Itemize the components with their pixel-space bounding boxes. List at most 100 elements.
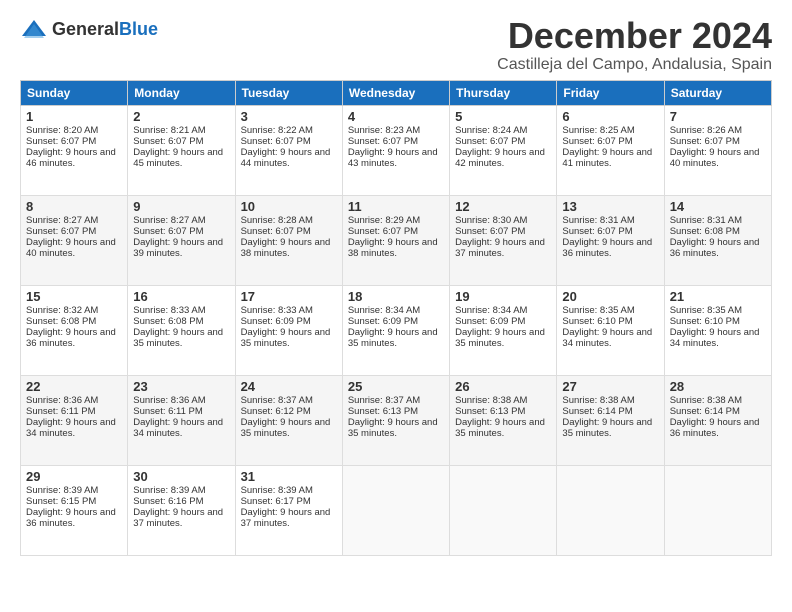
- calendar-week-2: 8Sunrise: 8:27 AMSunset: 6:07 PMDaylight…: [21, 195, 772, 285]
- daylight-text: Daylight: 9 hours and 35 minutes.: [241, 417, 331, 439]
- sunset-text: Sunset: 6:07 PM: [133, 226, 203, 237]
- logo: GeneralBlue: [20, 16, 158, 44]
- daylight-text: Daylight: 9 hours and 36 minutes.: [26, 327, 116, 349]
- daylight-text: Daylight: 9 hours and 40 minutes.: [670, 147, 760, 169]
- sunrise-text: Sunrise: 8:27 AM: [26, 215, 98, 226]
- calendar-cell: 20Sunrise: 8:35 AMSunset: 6:10 PMDayligh…: [557, 285, 664, 375]
- sunrise-text: Sunrise: 8:36 AM: [26, 395, 98, 406]
- calendar-cell: 10Sunrise: 8:28 AMSunset: 6:07 PMDayligh…: [235, 195, 342, 285]
- sunrise-text: Sunrise: 8:32 AM: [26, 305, 98, 316]
- calendar-cell: 19Sunrise: 8:34 AMSunset: 6:09 PMDayligh…: [450, 285, 557, 375]
- calendar-cell: 25Sunrise: 8:37 AMSunset: 6:13 PMDayligh…: [342, 375, 449, 465]
- day-number: 4: [348, 109, 444, 124]
- calendar-week-1: 1Sunrise: 8:20 AMSunset: 6:07 PMDaylight…: [21, 105, 772, 195]
- location-title: Castilleja del Campo, Andalusia, Spain: [497, 56, 772, 74]
- column-header-wednesday: Wednesday: [342, 80, 449, 105]
- calendar-cell: 8Sunrise: 8:27 AMSunset: 6:07 PMDaylight…: [21, 195, 128, 285]
- day-number: 14: [670, 199, 766, 214]
- sunrise-text: Sunrise: 8:38 AM: [670, 395, 742, 406]
- calendar-cell: 3Sunrise: 8:22 AMSunset: 6:07 PMDaylight…: [235, 105, 342, 195]
- daylight-text: Daylight: 9 hours and 44 minutes.: [241, 147, 331, 169]
- calendar-cell: 17Sunrise: 8:33 AMSunset: 6:09 PMDayligh…: [235, 285, 342, 375]
- sunset-text: Sunset: 6:09 PM: [455, 316, 525, 327]
- calendar-cell: 5Sunrise: 8:24 AMSunset: 6:07 PMDaylight…: [450, 105, 557, 195]
- sunrise-text: Sunrise: 8:37 AM: [348, 395, 420, 406]
- day-number: 25: [348, 379, 444, 394]
- daylight-text: Daylight: 9 hours and 37 minutes.: [133, 507, 223, 529]
- column-header-sunday: Sunday: [21, 80, 128, 105]
- day-number: 15: [26, 289, 122, 304]
- sunset-text: Sunset: 6:08 PM: [133, 316, 203, 327]
- calendar-week-5: 29Sunrise: 8:39 AMSunset: 6:15 PMDayligh…: [21, 465, 772, 555]
- calendar-cell: 21Sunrise: 8:35 AMSunset: 6:10 PMDayligh…: [664, 285, 771, 375]
- day-number: 22: [26, 379, 122, 394]
- column-header-friday: Friday: [557, 80, 664, 105]
- daylight-text: Daylight: 9 hours and 35 minutes.: [133, 327, 223, 349]
- calendar-cell: 15Sunrise: 8:32 AMSunset: 6:08 PMDayligh…: [21, 285, 128, 375]
- sunset-text: Sunset: 6:07 PM: [133, 136, 203, 147]
- sunset-text: Sunset: 6:08 PM: [26, 316, 96, 327]
- calendar-cell: 23Sunrise: 8:36 AMSunset: 6:11 PMDayligh…: [128, 375, 235, 465]
- daylight-text: Daylight: 9 hours and 35 minutes.: [455, 327, 545, 349]
- title-block: December 2024 Castilleja del Campo, Anda…: [497, 16, 772, 74]
- calendar-cell: 12Sunrise: 8:30 AMSunset: 6:07 PMDayligh…: [450, 195, 557, 285]
- daylight-text: Daylight: 9 hours and 42 minutes.: [455, 147, 545, 169]
- day-number: 19: [455, 289, 551, 304]
- column-header-thursday: Thursday: [450, 80, 557, 105]
- day-number: 9: [133, 199, 229, 214]
- column-header-tuesday: Tuesday: [235, 80, 342, 105]
- calendar-cell: 24Sunrise: 8:37 AMSunset: 6:12 PMDayligh…: [235, 375, 342, 465]
- sunset-text: Sunset: 6:13 PM: [348, 406, 418, 417]
- sunrise-text: Sunrise: 8:34 AM: [455, 305, 527, 316]
- daylight-text: Daylight: 9 hours and 46 minutes.: [26, 147, 116, 169]
- sunset-text: Sunset: 6:07 PM: [455, 226, 525, 237]
- daylight-text: Daylight: 9 hours and 34 minutes.: [670, 327, 760, 349]
- sunset-text: Sunset: 6:09 PM: [241, 316, 311, 327]
- sunrise-text: Sunrise: 8:38 AM: [455, 395, 527, 406]
- sunset-text: Sunset: 6:09 PM: [348, 316, 418, 327]
- logo-icon: [20, 16, 48, 44]
- day-number: 21: [670, 289, 766, 304]
- sunrise-text: Sunrise: 8:35 AM: [562, 305, 634, 316]
- column-header-monday: Monday: [128, 80, 235, 105]
- sunset-text: Sunset: 6:07 PM: [26, 136, 96, 147]
- day-number: 23: [133, 379, 229, 394]
- calendar-cell: 30Sunrise: 8:39 AMSunset: 6:16 PMDayligh…: [128, 465, 235, 555]
- month-title: December 2024: [497, 16, 772, 56]
- daylight-text: Daylight: 9 hours and 38 minutes.: [348, 237, 438, 259]
- daylight-text: Daylight: 9 hours and 39 minutes.: [133, 237, 223, 259]
- sunset-text: Sunset: 6:14 PM: [670, 406, 740, 417]
- daylight-text: Daylight: 9 hours and 34 minutes.: [562, 327, 652, 349]
- daylight-text: Daylight: 9 hours and 34 minutes.: [26, 417, 116, 439]
- sunset-text: Sunset: 6:11 PM: [26, 406, 96, 417]
- sunset-text: Sunset: 6:14 PM: [562, 406, 632, 417]
- sunrise-text: Sunrise: 8:38 AM: [562, 395, 634, 406]
- calendar-cell: 9Sunrise: 8:27 AMSunset: 6:07 PMDaylight…: [128, 195, 235, 285]
- day-number: 1: [26, 109, 122, 124]
- sunset-text: Sunset: 6:10 PM: [562, 316, 632, 327]
- calendar-cell: 14Sunrise: 8:31 AMSunset: 6:08 PMDayligh…: [664, 195, 771, 285]
- day-number: 17: [241, 289, 337, 304]
- calendar-cell: 2Sunrise: 8:21 AMSunset: 6:07 PMDaylight…: [128, 105, 235, 195]
- day-number: 31: [241, 469, 337, 484]
- daylight-text: Daylight: 9 hours and 35 minutes.: [241, 327, 331, 349]
- daylight-text: Daylight: 9 hours and 35 minutes.: [348, 327, 438, 349]
- daylight-text: Daylight: 9 hours and 38 minutes.: [241, 237, 331, 259]
- sunrise-text: Sunrise: 8:35 AM: [670, 305, 742, 316]
- daylight-text: Daylight: 9 hours and 34 minutes.: [133, 417, 223, 439]
- sunrise-text: Sunrise: 8:37 AM: [241, 395, 313, 406]
- sunset-text: Sunset: 6:07 PM: [670, 136, 740, 147]
- calendar-container: GeneralBlue December 2024 Castilleja del…: [0, 0, 792, 566]
- daylight-text: Daylight: 9 hours and 35 minutes.: [455, 417, 545, 439]
- day-number: 29: [26, 469, 122, 484]
- sunset-text: Sunset: 6:12 PM: [241, 406, 311, 417]
- sunrise-text: Sunrise: 8:24 AM: [455, 125, 527, 136]
- day-number: 6: [562, 109, 658, 124]
- calendar-cell: 16Sunrise: 8:33 AMSunset: 6:08 PMDayligh…: [128, 285, 235, 375]
- calendar-cell: 22Sunrise: 8:36 AMSunset: 6:11 PMDayligh…: [21, 375, 128, 465]
- sunset-text: Sunset: 6:08 PM: [670, 226, 740, 237]
- daylight-text: Daylight: 9 hours and 41 minutes.: [562, 147, 652, 169]
- sunrise-text: Sunrise: 8:29 AM: [348, 215, 420, 226]
- calendar-week-3: 15Sunrise: 8:32 AMSunset: 6:08 PMDayligh…: [21, 285, 772, 375]
- sunset-text: Sunset: 6:07 PM: [26, 226, 96, 237]
